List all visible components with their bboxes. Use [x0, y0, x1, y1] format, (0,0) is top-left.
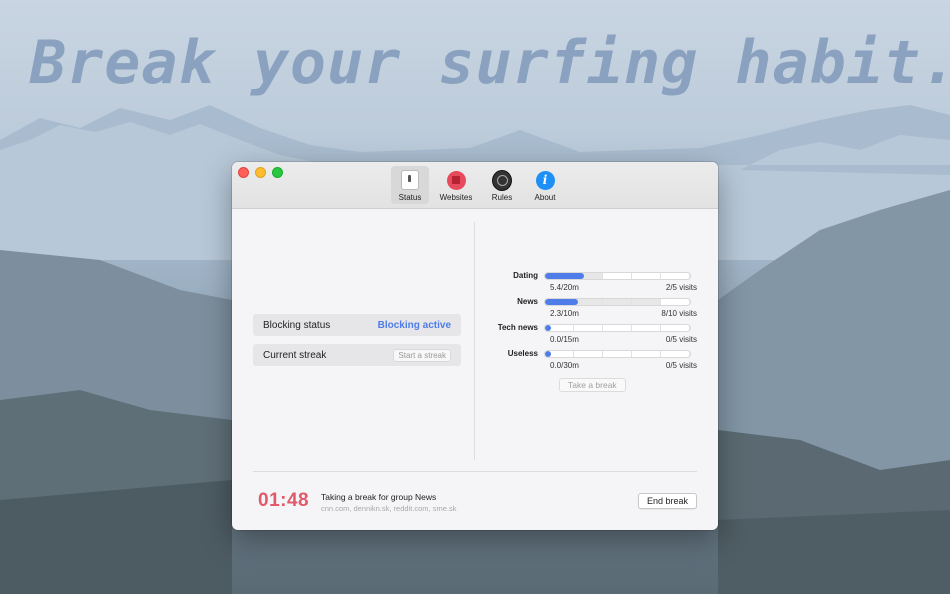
group-visits: 2/5 visits: [665, 283, 697, 292]
visit-segment: [661, 298, 690, 305]
end-break-button[interactable]: End break: [638, 493, 698, 509]
blocking-status-label: Blocking status: [263, 319, 331, 331]
visit-segment: [603, 298, 632, 305]
group-progress-bar: [544, 323, 691, 332]
tab-status[interactable]: Status: [391, 166, 429, 204]
visit-segment: [603, 324, 632, 331]
visit-segment: [632, 272, 661, 279]
group-time: 2.3/10m: [550, 309, 579, 318]
group-name: News: [517, 297, 538, 306]
group-name: Dating: [513, 271, 538, 280]
time-fill: [545, 272, 585, 279]
visit-segment: [632, 324, 661, 331]
break-timer: 01:48: [258, 490, 310, 511]
group-item: Tech news 0.0/15m 0/5 visits: [494, 323, 699, 344]
window-controls: [238, 167, 283, 178]
visit-segment: [574, 298, 603, 305]
time-fill: [545, 324, 551, 331]
break-title: Taking a break for group News: [321, 492, 437, 502]
zoom-button[interactable]: [272, 167, 283, 178]
time-fill: [545, 298, 579, 305]
group-progress-bar: [544, 271, 691, 280]
tab-websites-label: Websites: [439, 193, 473, 202]
break-sites: cnn.com, dennikn.sk, reddit.com, sme.sk: [321, 504, 457, 513]
horizontal-divider: [253, 471, 697, 472]
status-icon: [401, 170, 419, 190]
vertical-divider: [474, 222, 475, 460]
group-visits: 8/10 visits: [661, 309, 697, 318]
group-time: 0.0/30m: [550, 361, 579, 370]
tab-status-label: Status: [398, 193, 422, 202]
time-fill: [545, 350, 551, 357]
group-visits: 0/5 visits: [665, 361, 697, 370]
tab-about-label: About: [534, 193, 556, 202]
close-button[interactable]: [238, 167, 249, 178]
group-item: Dating 5.4/20m 2/5 visits: [494, 271, 699, 292]
break-info: Taking a break for group News cnn.com, d…: [321, 492, 456, 513]
visit-segment: [661, 324, 690, 331]
blocking-status-value: Blocking active: [377, 319, 451, 331]
take-break-button[interactable]: Take a break: [559, 378, 626, 392]
titlebar: Status Websites Rules i About: [232, 162, 718, 209]
status-panel: Blocking status Blocking active Current …: [253, 314, 461, 374]
start-streak-button[interactable]: Start a streak: [393, 348, 451, 362]
websites-icon: [446, 170, 466, 190]
visit-segment: [574, 324, 603, 331]
rules-icon: [492, 169, 512, 191]
group-item: News 2.3/10m 8/10 visits: [494, 297, 699, 318]
visit-segment: [632, 350, 661, 357]
app-window: Status Websites Rules i About Blocking s…: [232, 162, 718, 530]
group-name: Tech news: [497, 323, 538, 332]
group-time: 5.4/20m: [550, 283, 579, 292]
tab-about[interactable]: i About: [526, 166, 564, 204]
visit-segment: [574, 350, 603, 357]
visit-segment: [603, 272, 632, 279]
group-item: Useless 0.0/30m 0/5 visits: [494, 349, 699, 370]
groups-panel: Dating 5.4/20m 2/5 visits News 2.3/10m 8/10 v…: [494, 271, 699, 393]
tab-rules[interactable]: Rules: [483, 166, 521, 204]
blocking-status-row: Blocking status Blocking active: [253, 314, 461, 336]
current-streak-row: Current streak Start a streak: [253, 344, 461, 366]
about-icon: i: [535, 170, 555, 190]
group-time: 0.0/15m: [550, 335, 579, 344]
visit-segment: [661, 350, 690, 357]
group-progress-bar: [544, 297, 691, 306]
visit-segment: [603, 350, 632, 357]
group-progress-bar: [544, 349, 691, 358]
current-streak-label: Current streak: [263, 349, 327, 361]
group-name: Useless: [507, 349, 538, 358]
visit-segment: [632, 298, 661, 305]
minimize-button[interactable]: [255, 167, 266, 178]
group-visits: 0/5 visits: [665, 335, 697, 344]
tab-websites[interactable]: Websites: [434, 166, 478, 204]
visit-segment: [661, 272, 690, 279]
toolbar: Status Websites Rules i About: [391, 166, 569, 204]
headline: Break your surfing habit.: [30, 28, 950, 98]
tab-rules-label: Rules: [491, 193, 513, 202]
